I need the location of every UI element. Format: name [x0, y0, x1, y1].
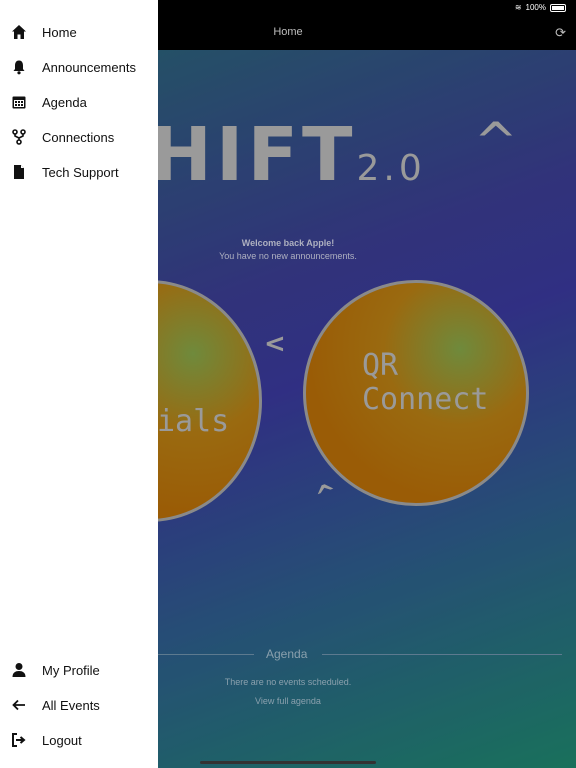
- arrow-left-icon: [11, 697, 27, 713]
- drawer-item-all-events[interactable]: All Events: [0, 690, 158, 720]
- event-logo: HIFT2.0: [150, 112, 426, 198]
- drawer-item-connections[interactable]: Connections: [0, 122, 158, 152]
- home-indicator: [200, 761, 376, 764]
- drawer-item-announcements[interactable]: Announcements: [0, 52, 158, 82]
- document-icon: [11, 164, 27, 180]
- home-icon: [11, 24, 27, 40]
- connections-icon: [11, 129, 27, 145]
- agenda-divider-right: [322, 654, 562, 655]
- wifi-icon: ≋: [514, 3, 522, 12]
- agenda-empty-text: There are no events scheduled.: [224, 677, 352, 687]
- welcome-title: Welcome back Apple!: [241, 238, 335, 248]
- logout-icon: [11, 732, 27, 748]
- drawer-item-label: Agenda: [42, 94, 87, 110]
- drawer-item-label: Home: [42, 24, 77, 40]
- drawer-item-label: My Profile: [42, 662, 100, 678]
- welcome-message: Welcome back Apple! You have no new anno…: [158, 237, 418, 263]
- view-full-agenda-link[interactable]: View full agenda: [158, 696, 418, 706]
- side-drawer: Home Announcements Agenda Connections Te…: [0, 0, 158, 768]
- drawer-item-label: All Events: [42, 697, 100, 713]
- battery-percent: 100%: [525, 3, 546, 12]
- drawer-item-home[interactable]: Home: [0, 17, 158, 47]
- drawer-item-label: Connections: [42, 129, 115, 145]
- qr-connect-line2: Connect: [362, 382, 489, 417]
- drawer-item-my-profile[interactable]: My Profile: [0, 655, 158, 685]
- agenda-heading: Agenda: [266, 647, 308, 661]
- agenda-divider-left: [158, 654, 254, 655]
- bell-icon: [11, 59, 27, 75]
- logo-caret: ^: [474, 112, 518, 172]
- qr-connect-line1: QR: [362, 348, 399, 383]
- user-icon: [11, 662, 27, 678]
- welcome-subtitle: You have no new announcements.: [219, 251, 357, 261]
- materials-circle-label: ials: [157, 404, 230, 439]
- qr-connect-circle-button[interactable]: QR Connect: [303, 280, 529, 506]
- drawer-item-tech-support[interactable]: Tech Support: [0, 157, 158, 187]
- drawer-item-logout[interactable]: Logout: [0, 725, 158, 755]
- drawer-item-label: Logout: [42, 732, 82, 748]
- logo-main-text: HIFT: [150, 112, 357, 198]
- logo-sub-text: 2.0: [356, 148, 426, 189]
- refresh-icon[interactable]: ⟳: [555, 25, 566, 41]
- app-screen: ≋ 100% Home ⟳ HIFT2.0 ^ Welcome back App…: [0, 0, 576, 768]
- drawer-item-agenda[interactable]: Agenda: [0, 87, 158, 117]
- calendar-icon: [11, 94, 27, 110]
- battery-icon: [550, 3, 566, 12]
- arrow-left-decoration: <: [264, 329, 286, 359]
- drawer-item-label: Announcements: [42, 59, 136, 75]
- status-bar: ≋ 100%: [515, 3, 566, 12]
- drawer-item-label: Tech Support: [42, 164, 119, 180]
